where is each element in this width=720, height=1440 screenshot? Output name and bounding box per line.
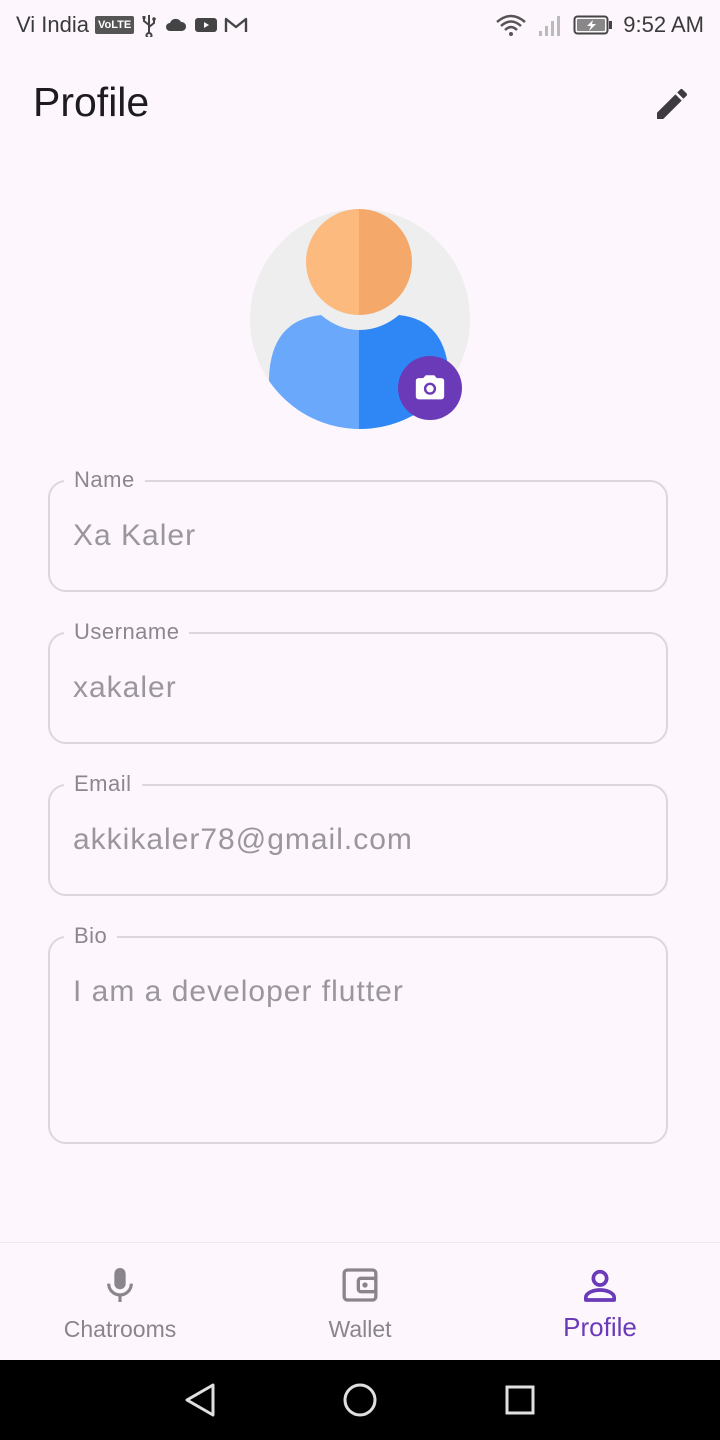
wifi-icon [495,13,527,37]
nav-item-chatrooms[interactable]: Chatrooms [0,1243,240,1361]
status-bar: Vi India VoLTE 9:52 AM [0,0,720,50]
app-bar: Profile [0,50,720,154]
status-bar-left: Vi India VoLTE [16,10,248,40]
pencil-icon [657,88,688,119]
nav-item-wallet[interactable]: Wallet [240,1243,480,1361]
bio-value: I am a developer flutter [73,975,404,1008]
page-title: Profile [33,79,150,125]
bio-field[interactable]: Bio I am a developer flutter [48,922,668,1144]
back-triangle-icon [185,1383,215,1417]
gmail-icon [224,16,248,34]
camera-icon [415,375,445,400]
person-icon [580,1263,620,1307]
battery-charging-icon [573,14,613,36]
email-field[interactable]: Email akkikaler78@gmail.com [48,770,668,896]
username-field[interactable]: Username xakaler [48,618,668,744]
nav-label-profile: Profile [563,1312,637,1342]
home-button[interactable] [340,1380,380,1420]
nav-item-profile[interactable]: Profile [480,1243,720,1361]
microphone-icon [103,1263,137,1307]
name-label: Name [64,466,145,494]
youtube-icon [194,16,218,34]
back-button[interactable] [180,1380,220,1420]
signal-icon [537,13,563,37]
bio-label: Bio [64,922,118,950]
profile-screen: Vi India VoLTE 9:52 AM Profile Name Xa K… [0,0,720,1440]
username-label: Username [64,618,190,646]
system-navigation-bar [0,1360,720,1440]
carrier-name: Vi India [16,12,89,37]
bottom-navigation: Chatrooms Wallet Profile [0,1242,720,1361]
email-label: Email [64,770,142,798]
usb-icon [140,13,158,37]
wallet-icon [340,1263,380,1307]
status-bar-right: 9:52 AM [495,10,704,40]
username-value: xakaler [73,671,177,704]
nav-label-chatrooms: Chatrooms [63,1316,177,1342]
recents-square-icon [505,1385,535,1415]
volte-badge: VoLTE [94,16,135,34]
status-time: 9:52 AM [623,12,704,37]
name-field[interactable]: Name Xa Kaler [48,466,668,592]
nav-label-wallet: Wallet [328,1316,392,1342]
edit-profile-button[interactable] [648,80,696,128]
email-value: akkikaler78@gmail.com [73,823,413,856]
change-photo-button[interactable] [398,356,462,420]
cloud-icon [164,16,188,34]
recents-button[interactable] [500,1380,540,1420]
home-circle-icon [343,1383,377,1417]
name-value: Xa Kaler [73,519,197,552]
